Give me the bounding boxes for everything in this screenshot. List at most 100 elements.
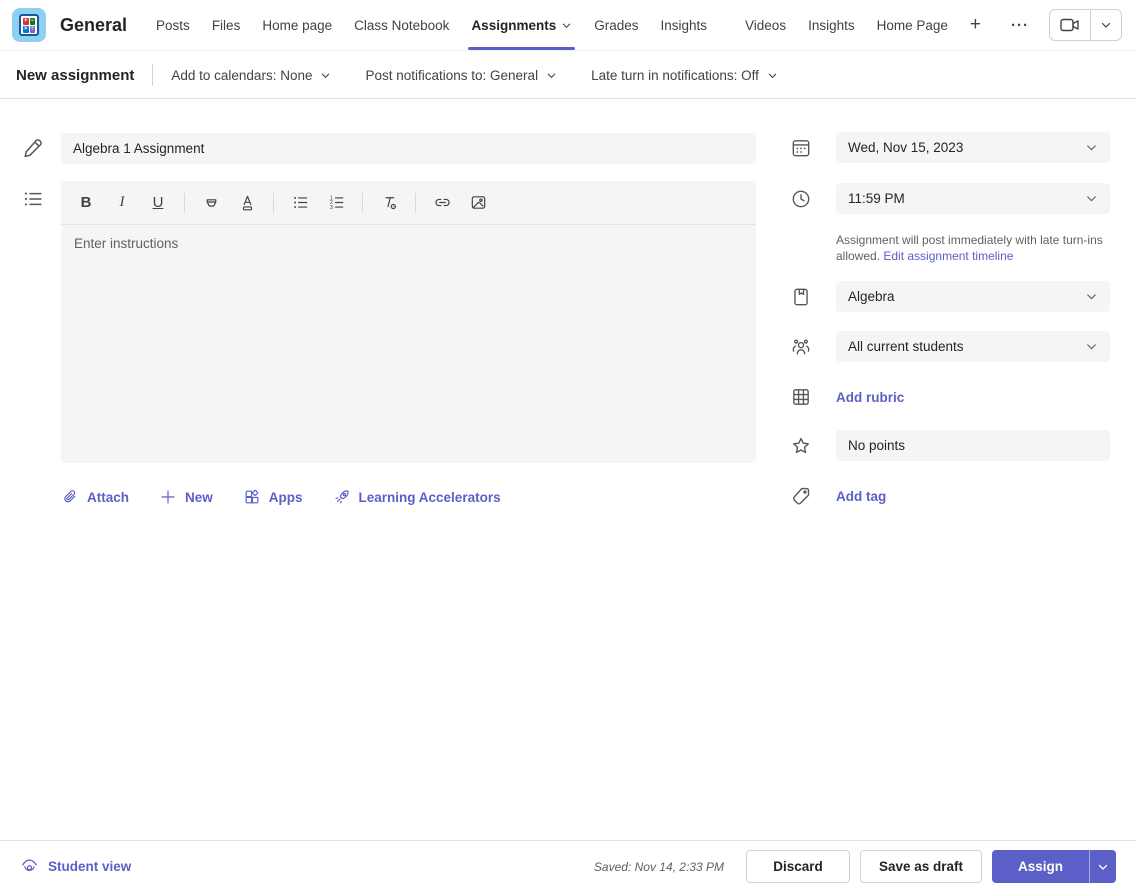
tab-insights-2[interactable]: Insights	[797, 0, 866, 50]
tab-class-notebook[interactable]: Class Notebook	[343, 0, 460, 50]
bullet-list-icon	[291, 193, 310, 212]
chevron-down-icon	[1085, 290, 1098, 303]
attachment-actions: Attach New Apps Learning Accelerators	[61, 488, 501, 506]
assignment-title-input[interactable]	[61, 133, 756, 164]
save-as-draft-button[interactable]: Save as draft	[860, 850, 982, 883]
video-camera-icon	[1059, 16, 1081, 34]
due-date-row: Wed, Nov 15, 2023	[790, 132, 1110, 163]
meet-options-button[interactable]	[1091, 10, 1121, 40]
math-class-app-icon[interactable]: +−×÷	[12, 8, 46, 42]
teams-new-assignment-page: +−×÷ General Posts Files Home page Class…	[0, 0, 1136, 892]
calculator-icon: +−×÷	[19, 14, 39, 36]
plus-icon	[159, 488, 177, 506]
add-tag-link[interactable]: Add tag	[836, 489, 886, 504]
clear-formatting-button[interactable]	[374, 188, 404, 218]
channel-header: +−×÷ General Posts Files Home page Class…	[0, 0, 1136, 51]
highlighter-icon	[202, 193, 221, 212]
edit-timeline-link[interactable]: Edit assignment timeline	[883, 249, 1013, 263]
rocket-icon	[333, 488, 351, 506]
meet-now-split-button	[1049, 9, 1122, 41]
tag-icon	[790, 485, 812, 507]
channel-title: General	[60, 15, 127, 36]
add-tab-button[interactable]: +	[959, 0, 992, 50]
header-actions: ···	[1005, 0, 1136, 50]
tab-home-page-2[interactable]: Home Page	[866, 0, 959, 50]
numbered-list-icon: 123	[327, 193, 346, 212]
post-notifications-dropdown[interactable]: Post notifications to: General	[365, 68, 557, 83]
bold-button[interactable]: B	[71, 188, 101, 218]
add-to-calendars-dropdown[interactable]: Add to calendars: None	[171, 68, 331, 83]
due-date-dropdown[interactable]: Wed, Nov 15, 2023	[836, 132, 1110, 163]
clock-icon	[790, 188, 812, 210]
student-view-button[interactable]: Student view	[20, 857, 131, 876]
points-row: No points	[790, 430, 1110, 461]
discard-button[interactable]: Discard	[746, 850, 850, 883]
footer-actions: Saved: Nov 14, 2:33 PM Discard Save as d…	[594, 850, 1116, 883]
toolbar-divider	[415, 193, 416, 213]
link-icon	[433, 193, 452, 212]
apps-button[interactable]: Apps	[243, 488, 303, 506]
points-field[interactable]: No points	[836, 430, 1110, 461]
learning-accelerators-button[interactable]: Learning Accelerators	[333, 488, 501, 506]
tab-videos[interactable]: Videos	[734, 0, 797, 50]
chevron-down-icon	[1085, 192, 1098, 205]
chevron-down-icon	[767, 70, 778, 81]
chevron-down-icon	[1100, 19, 1112, 31]
font-color-button[interactable]	[232, 188, 262, 218]
tab-insights[interactable]: Insights	[650, 0, 719, 50]
instructions-placeholder: Enter instructions	[74, 236, 178, 251]
add-tag-row: Add tag	[790, 485, 1110, 507]
meet-now-button[interactable]	[1050, 10, 1090, 40]
assign-split-button: Assign	[992, 850, 1116, 883]
image-icon	[469, 193, 488, 212]
chevron-down-icon	[1097, 861, 1109, 873]
insert-link-button[interactable]	[427, 188, 457, 218]
more-options-button[interactable]: ···	[1005, 13, 1035, 38]
tab-files[interactable]: Files	[201, 0, 252, 50]
saved-status: Saved: Nov 14, 2:33 PM	[594, 860, 724, 874]
attach-button[interactable]: Attach	[61, 488, 129, 506]
students-group-icon	[790, 336, 812, 358]
assign-options-button[interactable]	[1090, 850, 1116, 883]
class-dropdown[interactable]: Algebra	[836, 281, 1110, 312]
pencil-icon	[21, 136, 47, 162]
student-view-eye-icon	[20, 857, 39, 876]
chevron-down-icon	[546, 70, 557, 81]
highlight-button[interactable]	[196, 188, 226, 218]
assign-to-row: All current students	[790, 331, 1110, 362]
chevron-down-icon	[320, 70, 331, 81]
toolbar-divider	[273, 193, 274, 213]
assign-to-dropdown[interactable]: All current students	[836, 331, 1110, 362]
toolbar-divider	[184, 193, 185, 213]
toolbar-divider	[362, 193, 363, 213]
late-turn-in-dropdown[interactable]: Late turn in notifications: Off	[591, 68, 778, 83]
tab-grades[interactable]: Grades	[583, 0, 649, 50]
new-button[interactable]: New	[159, 488, 213, 506]
instructions-input[interactable]: Enter instructions	[61, 225, 756, 462]
add-rubric-link[interactable]: Add rubric	[836, 390, 904, 405]
tab-posts[interactable]: Posts	[145, 0, 201, 50]
add-rubric-row: Add rubric	[790, 386, 1110, 408]
insert-image-button[interactable]	[463, 188, 493, 218]
instructions-list-icon	[21, 187, 47, 213]
chevron-down-icon	[1085, 340, 1098, 353]
svg-text:3: 3	[329, 205, 332, 211]
numbered-list-button[interactable]: 123	[321, 188, 351, 218]
apps-icon	[243, 488, 261, 506]
underline-button[interactable]: U	[143, 188, 173, 218]
star-icon	[790, 435, 812, 457]
clear-format-icon	[380, 193, 399, 212]
channel-tabs: Posts Files Home page Class Notebook Ass…	[145, 0, 992, 50]
timeline-note: Assignment will post immediately with la…	[836, 232, 1114, 264]
divider	[152, 64, 153, 86]
due-time-dropdown[interactable]: 11:59 PM	[836, 183, 1110, 214]
calendar-icon	[790, 137, 812, 159]
tab-home-page[interactable]: Home page	[251, 0, 343, 50]
class-row: Algebra	[790, 281, 1110, 312]
footer-bar: Student view Saved: Nov 14, 2:33 PM Disc…	[0, 840, 1136, 892]
tab-assignments[interactable]: Assignments	[460, 0, 583, 50]
assign-button[interactable]: Assign	[992, 850, 1089, 883]
italic-button[interactable]: I	[107, 188, 137, 218]
bullet-list-button[interactable]	[285, 188, 315, 218]
due-time-row: 11:59 PM	[790, 183, 1110, 214]
